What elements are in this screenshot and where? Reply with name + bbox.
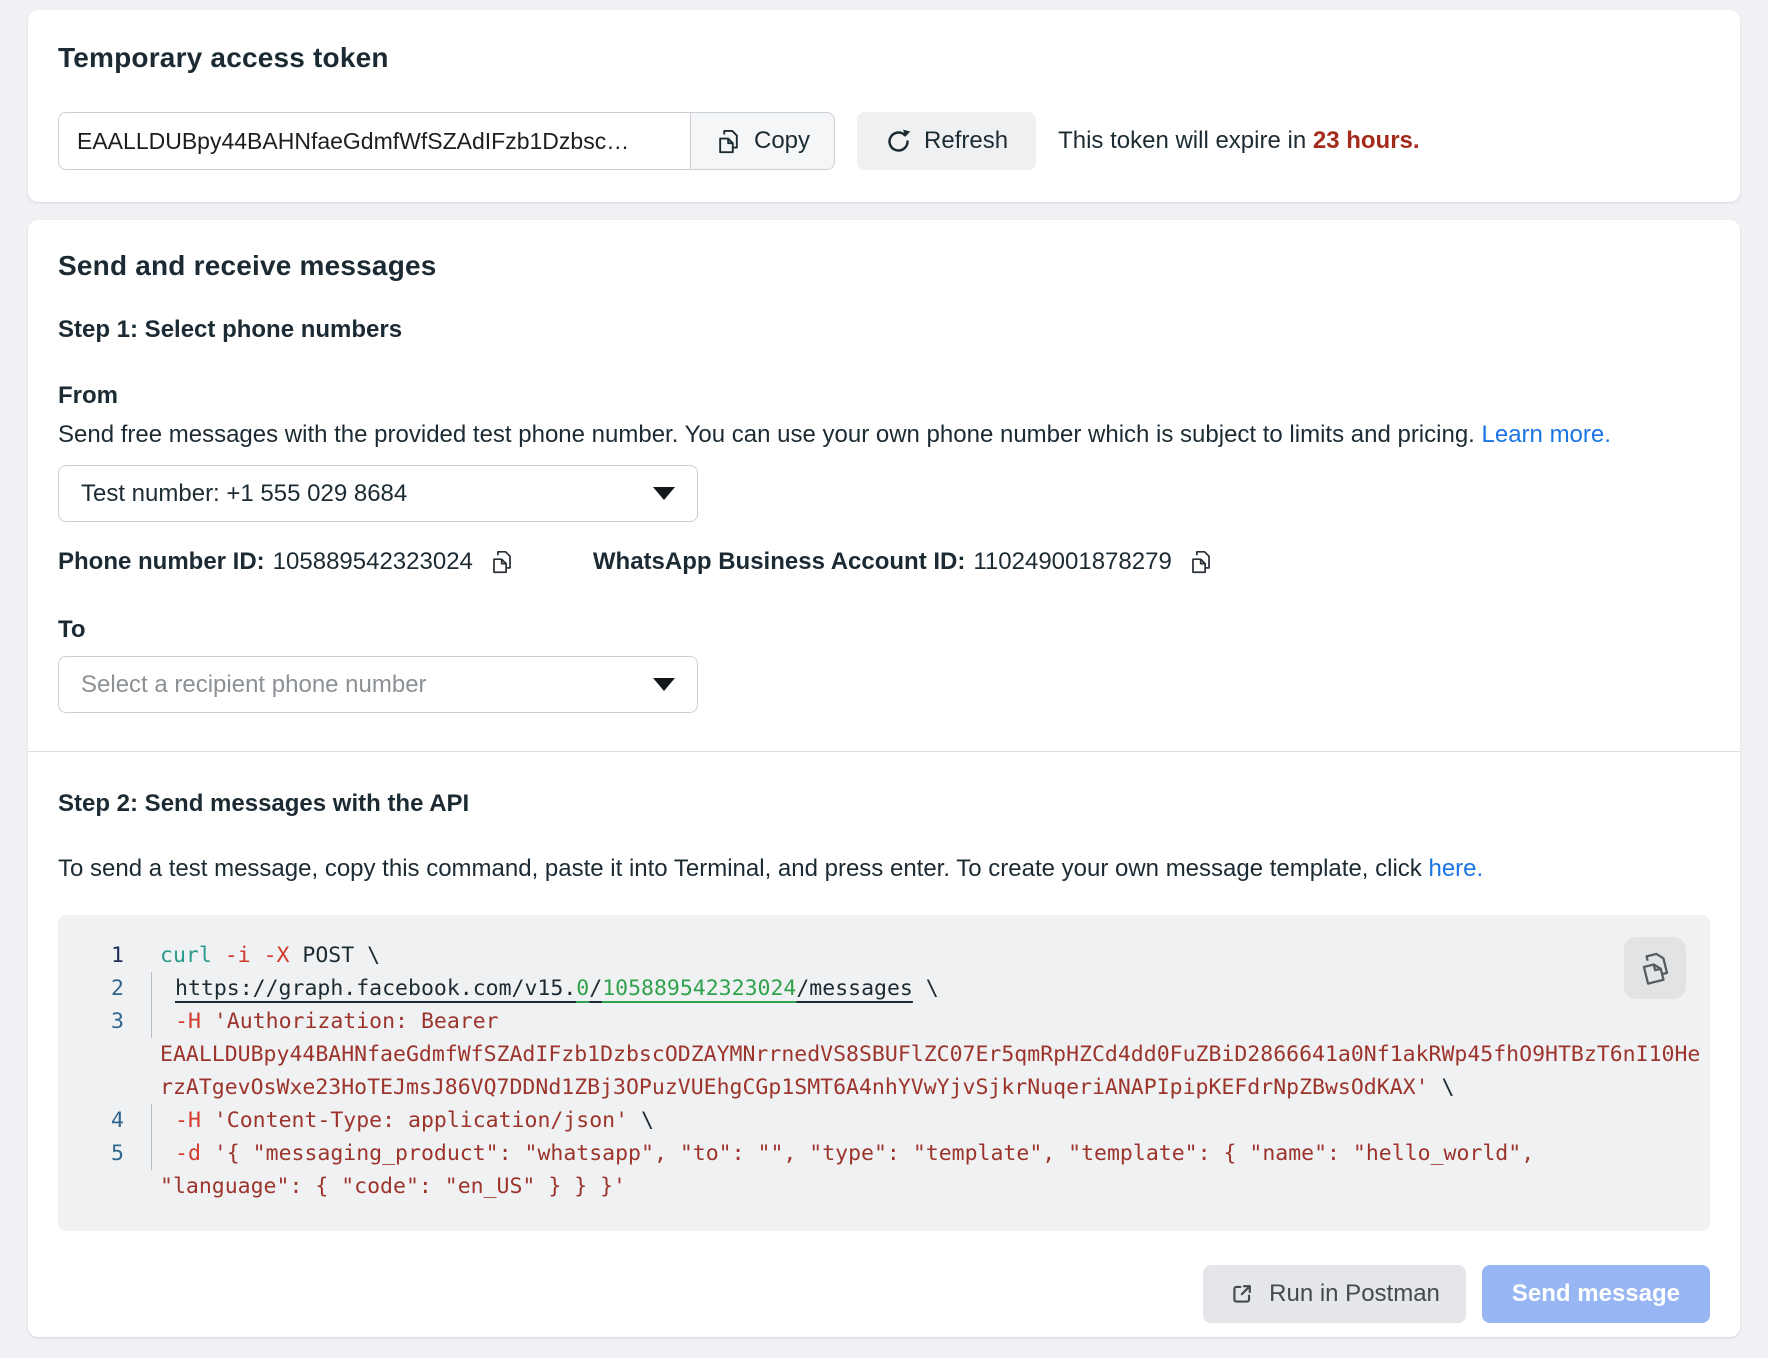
code-row: 5 -d '{ "messaging_product": "whatsapp", … — [58, 1137, 1710, 1170]
recipient-select-placeholder: Select a recipient phone number — [81, 671, 427, 699]
token-card-title: Temporary access token — [58, 42, 1710, 74]
here-link[interactable]: here. — [1428, 855, 1483, 882]
code-row: "language": { "code": "en_US" } } }' — [58, 1170, 1710, 1203]
token-expiry-text: This token will expire in 23 hours. — [1058, 127, 1419, 155]
recipient-number-select[interactable]: Select a recipient phone number — [58, 656, 698, 713]
code-line-number: 1 — [111, 939, 151, 972]
curl-code-block: 1 curl -i -X POST \ 2 https://graph.faceboo… — [58, 915, 1710, 1231]
refresh-button-label: Refresh — [924, 127, 1008, 155]
code-line-number: 3 — [111, 1005, 151, 1038]
step2-description: To send a test message, copy this comman… — [58, 852, 1710, 885]
from-description: Send free messages with the provided tes… — [58, 418, 1710, 451]
from-number-select[interactable]: Test number: +1 555 029 8684 — [58, 465, 698, 522]
postman-button-label: Run in Postman — [1269, 1280, 1440, 1308]
phone-number-id-label: Phone number ID: — [58, 548, 265, 576]
copy-icon — [715, 128, 742, 155]
code-row: 3 -H 'Authorization: Bearer — [58, 1005, 1710, 1038]
waba-id: WhatsApp Business Account ID: 1102490018… — [593, 548, 1214, 576]
learn-more-link[interactable]: Learn more. — [1482, 421, 1611, 448]
indent-guide — [151, 1137, 160, 1170]
phone-number-id-value: 105889542323024 — [273, 548, 473, 576]
copy-phone-id-button[interactable] — [489, 549, 515, 575]
copy-button-label: Copy — [754, 127, 810, 155]
copy-icon — [1188, 549, 1214, 575]
code-row: rzATgevOsWxe23HoTEJmsJ86VQ7DDNd1ZBj3OPuz… — [58, 1071, 1710, 1104]
copy-waba-id-button[interactable] — [1188, 549, 1214, 575]
code-row: EAALLDUBpy44BAHNfaeGdmfWfSZAdIFzb1DzbscO… — [58, 1038, 1710, 1071]
section-divider — [28, 751, 1740, 752]
code-line-content: curl -i -X POST \ — [160, 939, 380, 972]
code-line-number: 2 — [111, 972, 151, 1005]
waba-id-value: 110249001878279 — [973, 548, 1171, 576]
phone-number-id: Phone number ID: 105889542323024 — [58, 548, 515, 576]
code-lines: 1 curl -i -X POST \ 2 https://graph.faceboo… — [58, 939, 1710, 1203]
indent-guide — [151, 1104, 160, 1137]
indent-guide — [151, 1005, 160, 1038]
code-line-number — [111, 1071, 151, 1104]
code-line-number: 4 — [111, 1104, 151, 1137]
step2-heading: Step 2: Send messages with the API — [58, 790, 1710, 818]
chevron-down-icon — [653, 678, 675, 691]
code-line-content: EAALLDUBpy44BAHNfaeGdmfWfSZAdIFzb1DzbscO… — [160, 1038, 1700, 1071]
copy-code-button[interactable] — [1624, 937, 1686, 999]
indent-guide — [151, 1071, 160, 1104]
code-line-content: https://graph.facebook.com/v15.0/1058895… — [160, 972, 939, 1005]
access-token-value: EAALLDUBpy44BAHNfaeGdmfWfSZAdIFzb1Dzbsc… — [77, 128, 629, 155]
chevron-down-icon — [653, 487, 675, 500]
code-line-number — [111, 1170, 151, 1203]
token-group: EAALLDUBpy44BAHNfaeGdmfWfSZAdIFzb1Dzbsc…… — [58, 112, 835, 170]
code-line-content: rzATgevOsWxe23HoTEJmsJ86VQ7DDNd1ZBj3OPuz… — [160, 1071, 1454, 1104]
code-row: 1 curl -i -X POST \ — [58, 939, 1710, 972]
messages-card-title: Send and receive messages — [58, 250, 1710, 282]
indent-guide — [151, 1038, 160, 1071]
indent-guide — [151, 972, 160, 1005]
actions-footer: Run in Postman Send message — [58, 1265, 1710, 1323]
to-label: To — [58, 616, 1710, 644]
access-token-field[interactable]: EAALLDUBpy44BAHNfaeGdmfWfSZAdIFzb1Dzbsc… — [58, 112, 690, 170]
token-expiry-value: 23 hours. — [1313, 127, 1420, 154]
ids-row: Phone number ID: 105889542323024 WhatsAp… — [58, 548, 1710, 576]
from-label: From — [58, 382, 1710, 410]
indent-guide — [151, 939, 160, 972]
step1-heading: Step 1: Select phone numbers — [58, 316, 1710, 344]
copy-icon — [489, 549, 515, 575]
code-line-content: -H 'Content-Type: application/json' \ — [160, 1104, 654, 1137]
refresh-token-button[interactable]: Refresh — [857, 112, 1036, 170]
code-line-content: -d '{ "messaging_product": "whatsapp", "… — [160, 1137, 1534, 1170]
from-number-selected-value: Test number: +1 555 029 8684 — [81, 480, 407, 508]
code-row: 2 https://graph.facebook.com/v15.0/105889… — [58, 972, 1710, 1005]
temporary-access-token-card: Temporary access token EAALLDUBpy44BAHNf… — [28, 10, 1740, 202]
send-button-label: Send message — [1512, 1280, 1680, 1308]
code-line-number — [111, 1038, 151, 1071]
send-message-button[interactable]: Send message — [1482, 1265, 1710, 1323]
external-link-icon — [1229, 1281, 1255, 1307]
code-row: 4 -H 'Content-Type: application/json' \ — [58, 1104, 1710, 1137]
token-row: EAALLDUBpy44BAHNfaeGdmfWfSZAdIFzb1Dzbsc…… — [58, 112, 1710, 170]
send-receive-messages-card: Send and receive messages Step 1: Select… — [28, 220, 1740, 1337]
indent-guide — [151, 1170, 160, 1203]
code-line-number: 5 — [111, 1137, 151, 1170]
code-line-content: "language": { "code": "en_US" } } }' — [160, 1170, 626, 1203]
waba-id-label: WhatsApp Business Account ID: — [593, 548, 965, 576]
code-line-content: -H 'Authorization: Bearer — [160, 1005, 499, 1038]
run-in-postman-button[interactable]: Run in Postman — [1203, 1265, 1466, 1323]
copy-icon — [1638, 951, 1672, 985]
copy-token-button[interactable]: Copy — [690, 112, 835, 170]
refresh-icon — [885, 128, 912, 155]
